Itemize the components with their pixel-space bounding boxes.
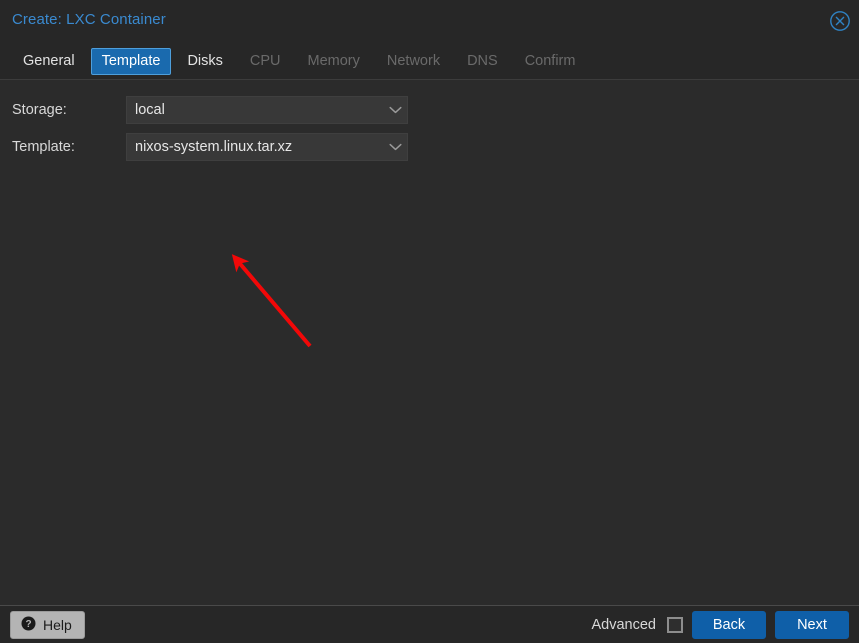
template-form: Storage: local Template: nixos-system.li…: [0, 96, 420, 170]
tab-cpu: CPU: [249, 53, 281, 69]
question-circle-icon: ?: [21, 616, 36, 634]
tab-dns: DNS: [467, 53, 498, 69]
template-row: Template: nixos-system.linux.tar.xz: [0, 133, 420, 161]
create-lxc-container-dialog: Create: LXC Container General Template D…: [0, 0, 859, 643]
next-button[interactable]: Next: [775, 610, 849, 639]
help-button[interactable]: ? Help: [10, 610, 85, 639]
chevron-down-icon[interactable]: [383, 143, 407, 151]
back-button[interactable]: Back: [692, 610, 766, 639]
wizard-tabbar: General Template Disks CPU Memory Networ…: [0, 44, 859, 80]
advanced-label: Advanced: [591, 616, 657, 633]
tab-general[interactable]: General: [12, 48, 86, 75]
tab-network: Network: [386, 53, 441, 69]
close-icon[interactable]: [829, 10, 851, 32]
footer-actions: Advanced Back Next: [591, 610, 849, 639]
tab-confirm: Confirm: [524, 53, 576, 69]
tab-memory: Memory: [307, 53, 360, 69]
storage-label: Storage:: [12, 102, 67, 118]
storage-value: local: [135, 102, 165, 118]
dialog-title: Create: LXC Container: [12, 11, 166, 28]
template-select[interactable]: nixos-system.linux.tar.xz: [126, 133, 408, 161]
tab-disks[interactable]: Disks: [176, 48, 233, 75]
template-label: Template:: [12, 139, 75, 155]
template-value: nixos-system.linux.tar.xz: [135, 139, 293, 155]
dialog-titlebar: Create: LXC Container: [0, 0, 859, 44]
dialog-footer: ? Help Advanced Back Next: [0, 605, 859, 643]
dialog-body: Storage: local Template: nixos-system.li…: [0, 80, 859, 605]
tab-template[interactable]: Template: [90, 48, 172, 75]
storage-row: Storage: local: [0, 96, 420, 124]
advanced-checkbox[interactable]: [667, 616, 683, 633]
chevron-down-icon[interactable]: [383, 106, 407, 114]
svg-text:?: ?: [25, 619, 31, 630]
storage-select[interactable]: local: [126, 96, 408, 124]
help-button-label: Help: [43, 616, 72, 633]
